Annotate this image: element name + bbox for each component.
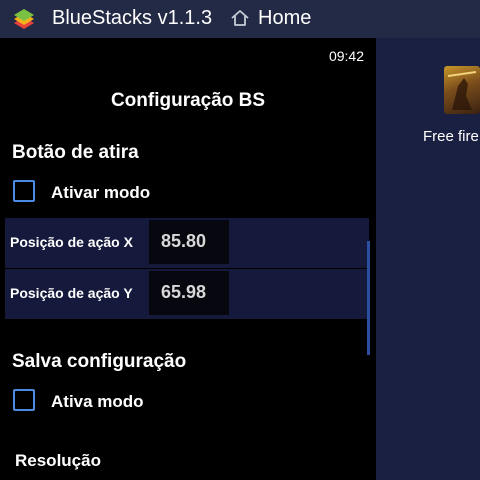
scrollbar[interactable]: [367, 241, 370, 355]
position-x-label: Posição de ação X: [10, 234, 133, 250]
save-section-title: Salva configuração: [12, 351, 187, 372]
position-y-input[interactable]: 65.98: [149, 271, 229, 315]
save-mode-label[interactable]: Ativa modo: [51, 392, 144, 412]
bluestacks-logo-icon: [14, 9, 34, 29]
panel-title: Configuração BS: [110, 90, 266, 111]
status-clock: 09:42: [328, 48, 364, 64]
position-x-row: Posição de ação X 85.80: [5, 218, 369, 268]
shoot-section-title: Botão de atira: [12, 142, 139, 163]
title-bar: BlueStacks v1.1.3 Home: [0, 0, 480, 38]
config-panel: 09:42 Configuração BS Botão de atira Ati…: [0, 38, 376, 480]
free-fire-app-label[interactable]: Free fire: [423, 128, 479, 145]
position-y-row: Posição de ação Y 65.98: [5, 269, 369, 319]
app-title: BlueStacks v1.1.3: [52, 7, 213, 29]
position-y-label: Posição de ação Y: [10, 285, 133, 301]
free-fire-app-icon[interactable]: [444, 66, 480, 114]
activate-mode-checkbox[interactable]: [13, 180, 35, 202]
activate-mode-label[interactable]: Ativar modo: [51, 183, 150, 203]
save-mode-checkbox[interactable]: [13, 389, 35, 411]
position-x-input[interactable]: 85.80: [149, 220, 229, 264]
home-tab[interactable]: Home: [258, 7, 311, 30]
home-icon[interactable]: [230, 8, 250, 28]
resolution-title: Resolução: [15, 451, 101, 470]
